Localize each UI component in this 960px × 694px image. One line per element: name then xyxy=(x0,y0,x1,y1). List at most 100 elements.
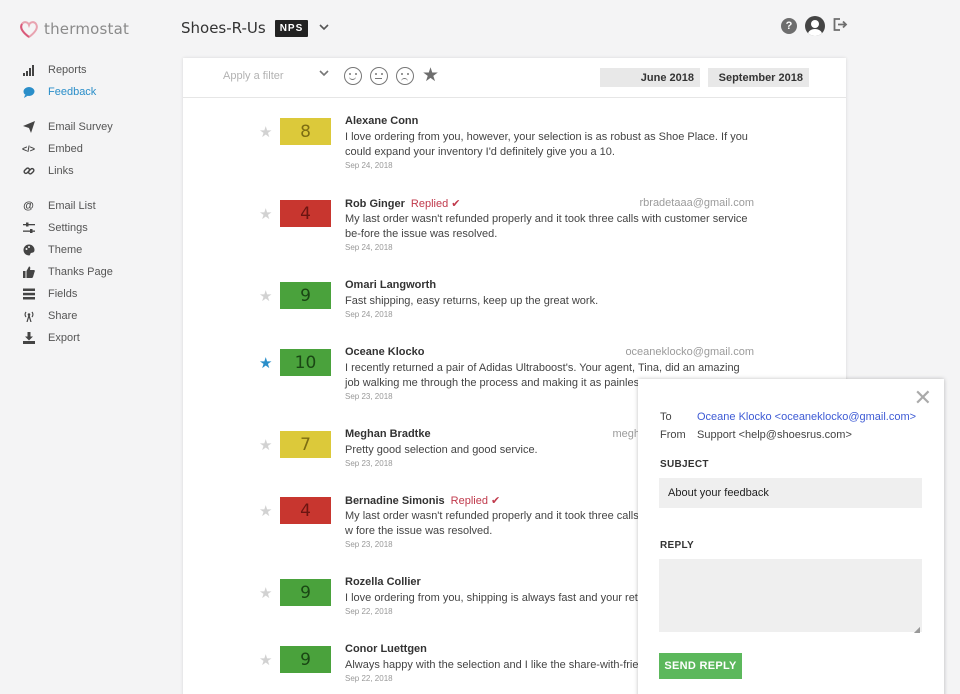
feedback-date: Sep 23, 2018 xyxy=(345,540,393,549)
sidebar-item-thanks-page[interactable]: Thanks Page xyxy=(22,261,172,283)
sidebar-item-label: Reports xyxy=(48,64,87,76)
sidebar-item-email-survey[interactable]: Email Survey xyxy=(22,116,172,138)
project-title[interactable]: Shoes-R-Us xyxy=(181,19,266,37)
replied-badge: Replied ✔ xyxy=(450,495,501,507)
feedback-comment: My last order wasn't refunded properly a… xyxy=(345,510,639,537)
respondent-name: Bernadine Simonis Replied ✔ xyxy=(345,495,501,507)
download-icon xyxy=(22,332,35,345)
filter-bar: Apply a filter ★ June 2018 September 201… xyxy=(183,58,846,98)
sidebar-item-embed[interactable]: </> Embed xyxy=(22,138,172,160)
respondent-name: Oceane Klocko xyxy=(345,346,425,358)
star-icon[interactable]: ★ xyxy=(259,584,272,602)
respondent-email: megh xyxy=(612,428,640,440)
sidebar-item-label: Feedback xyxy=(48,86,97,98)
avatar[interactable] xyxy=(805,16,825,36)
score-badge: 9 xyxy=(280,646,331,673)
sidebar-item-label: Embed xyxy=(48,143,83,155)
subject-label: SUBJECT xyxy=(660,459,709,470)
sidebar-item-label: Fields xyxy=(48,288,78,300)
sidebar-item-label: Theme xyxy=(48,244,83,256)
star-icon[interactable]: ★ xyxy=(259,651,272,669)
sidebar-item-settings[interactable]: Settings xyxy=(22,217,172,239)
sidebar-item-links[interactable]: Links xyxy=(22,160,172,182)
to-recipient[interactable]: Oceane Klocko <oceaneklocko@gmail.com> xyxy=(697,411,916,423)
at-sign-icon: @ xyxy=(23,200,34,212)
chevron-down-icon[interactable] xyxy=(319,22,329,34)
resize-handle-icon[interactable]: ◢ xyxy=(914,625,920,634)
sidebar-item-feedback[interactable]: Feedback xyxy=(22,81,172,103)
score-badge: 7 xyxy=(280,431,331,458)
respondent-email: rbradetaaa@gmail.com xyxy=(639,197,755,209)
reply-textarea[interactable] xyxy=(659,559,922,632)
detractor-face-icon[interactable] xyxy=(396,67,414,85)
sidebar-item-theme[interactable]: Theme xyxy=(22,239,172,261)
to-label: To xyxy=(660,411,672,423)
star-icon[interactable]: ★ xyxy=(259,436,272,454)
sidebar-item-label: Share xyxy=(48,310,78,322)
code-icon: </> xyxy=(22,144,36,154)
sentiment-filters xyxy=(344,67,414,85)
sidebar-item-label: Thanks Page xyxy=(48,266,113,278)
star-icon[interactable]: ★ xyxy=(259,205,272,223)
feedback-date: Sep 23, 2018 xyxy=(345,459,393,468)
send-reply-button[interactable]: SEND REPLY xyxy=(659,653,742,679)
chat-bubble-icon xyxy=(22,86,35,99)
sidebar-item-email-list[interactable]: @ Email List xyxy=(22,195,172,217)
sidebar-item-label: Email List xyxy=(48,200,96,212)
from-sender: Support <help@shoesrus.com> xyxy=(697,429,852,441)
feedback-date: Sep 23, 2018 xyxy=(345,392,393,401)
logo-mark-icon xyxy=(20,21,38,39)
feedback-date: Sep 24, 2018 xyxy=(345,310,393,319)
sidebar-item-share[interactable]: Share xyxy=(22,305,172,327)
thumbs-up-icon xyxy=(22,266,35,279)
help-icon[interactable]: ? xyxy=(781,18,797,34)
paper-plane-icon xyxy=(22,121,35,134)
reply-label: REPLY xyxy=(660,540,694,551)
score-badge: 9 xyxy=(280,282,331,309)
date-to-button[interactable]: September 2018 xyxy=(708,68,809,87)
feedback-date: Sep 22, 2018 xyxy=(345,674,393,683)
starred-filter-star-icon[interactable]: ★ xyxy=(422,64,439,87)
replied-badge: Replied ✔ xyxy=(410,198,461,210)
feedback-comment: My last order wasn't refunded properly a… xyxy=(345,213,748,240)
star-icon[interactable]: ★ xyxy=(259,287,272,305)
promoter-face-icon[interactable] xyxy=(344,67,362,85)
logo-text: thermostat xyxy=(44,20,130,38)
respondent-name: Omari Langworth xyxy=(345,279,437,291)
date-from-button[interactable]: June 2018 xyxy=(600,68,700,87)
feedback-date: Sep 24, 2018 xyxy=(345,243,393,252)
link-icon xyxy=(22,165,35,178)
broadcast-icon xyxy=(22,310,35,323)
subject-input[interactable] xyxy=(659,478,922,508)
score-badge: 4 xyxy=(280,200,331,227)
feedback-date: Sep 24, 2018 xyxy=(345,161,393,170)
sidebar-item-export[interactable]: Export xyxy=(22,327,172,349)
sidebar-item-label: Export xyxy=(48,332,80,344)
header-actions: ? xyxy=(781,16,848,36)
star-icon[interactable]: ★ xyxy=(259,354,272,372)
score-badge: 9 xyxy=(280,579,331,606)
star-icon[interactable]: ★ xyxy=(259,123,272,141)
sidebar-item-label: Settings xyxy=(48,222,88,234)
score-badge: 4 xyxy=(280,497,331,524)
page-header: Shoes-R-Us NPS xyxy=(181,19,329,37)
filter-input[interactable]: Apply a filter xyxy=(223,70,284,82)
passive-face-icon[interactable] xyxy=(370,67,388,85)
close-icon[interactable]: ✕ xyxy=(914,385,932,411)
logout-icon[interactable] xyxy=(833,18,848,34)
to-line: To Oceane Klocko <oceaneklocko@gmail.com… xyxy=(660,411,916,423)
respondent-name: Alexane Conn xyxy=(345,115,419,127)
feedback-comment: Fast shipping, easy returns, keep up the… xyxy=(345,295,599,307)
app-logo[interactable]: thermostat xyxy=(18,18,129,40)
palette-icon xyxy=(22,244,35,257)
sidebar-item-fields[interactable]: Fields xyxy=(22,283,172,305)
from-label: From xyxy=(660,429,686,441)
filter-dropdown-icon[interactable] xyxy=(319,68,329,80)
feedback-comment: I love ordering from you, however, your … xyxy=(345,131,748,158)
sidebar-item-label: Links xyxy=(48,165,74,177)
star-icon[interactable]: ★ xyxy=(259,502,272,520)
sidebar-item-reports[interactable]: Reports xyxy=(22,59,172,81)
list-icon xyxy=(22,288,35,301)
